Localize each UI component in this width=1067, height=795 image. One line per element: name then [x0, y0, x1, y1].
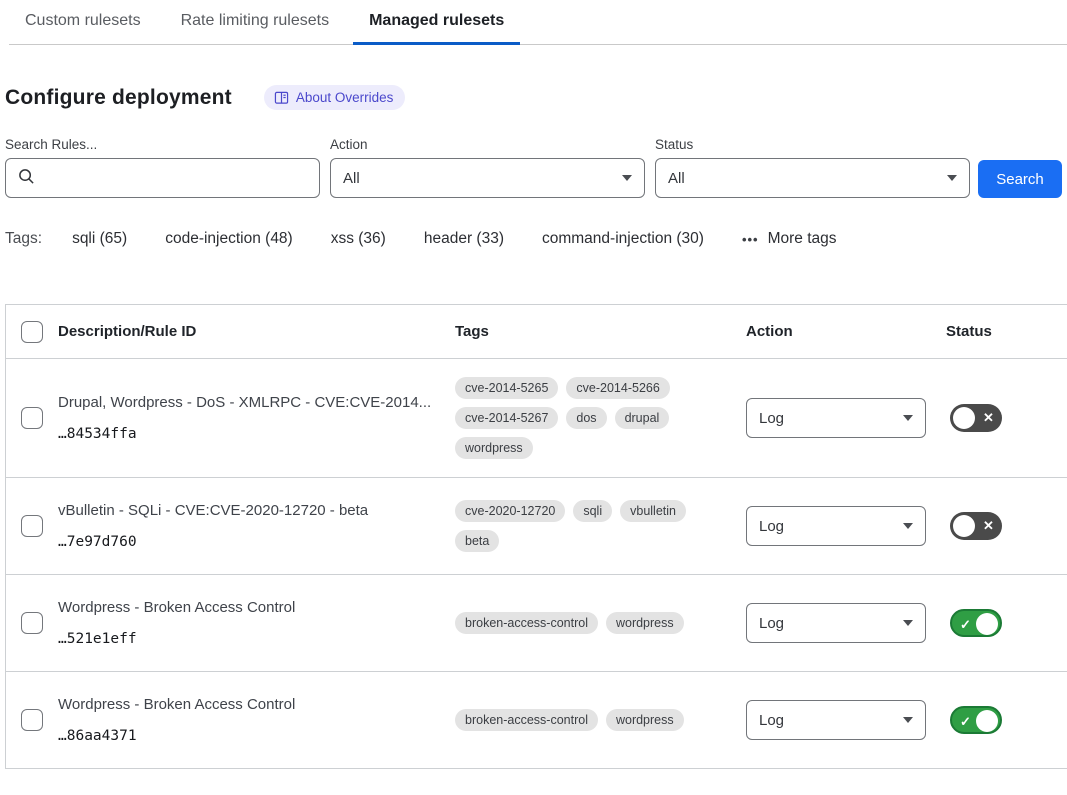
rule-description: vBulletin - SQLi - CVE:CVE-2020-12720 - …	[58, 502, 455, 521]
tag-chip: wordpress	[606, 612, 684, 634]
tag-filter-header[interactable]: header (33)	[424, 230, 504, 248]
managed-rules-table: Description/Rule ID Tags Action Status D…	[5, 304, 1067, 769]
action-filter-select[interactable]: All	[330, 158, 645, 198]
rule-tags: cve-2014-5265 cve-2014-5266 cve-2014-526…	[455, 377, 717, 459]
status-filter-select[interactable]: All	[655, 158, 970, 198]
column-header-status: Status	[946, 323, 1067, 340]
more-tags-button[interactable]: ••• More tags	[742, 230, 837, 248]
tag-chip: beta	[455, 530, 499, 552]
rule-action-select[interactable]: Log	[746, 398, 926, 438]
rule-status-toggle[interactable]	[950, 512, 1002, 540]
toggle-knob	[976, 613, 998, 635]
tag-chip: drupal	[615, 407, 670, 429]
tag-chip: cve-2020-12720	[455, 500, 565, 522]
select-all-checkbox[interactable]	[21, 321, 43, 343]
tag-chip: cve-2014-5265	[455, 377, 558, 399]
chevron-down-icon	[947, 175, 957, 181]
toggle-knob	[953, 515, 975, 537]
table-row: Wordpress - Broken Access Control …521e1…	[6, 575, 1067, 672]
toggle-knob	[976, 710, 998, 732]
column-header-description: Description/Rule ID	[58, 323, 455, 340]
chevron-down-icon	[903, 523, 913, 529]
tab-custom-rulesets[interactable]: Custom rulesets	[9, 0, 157, 45]
row-checkbox[interactable]	[21, 407, 43, 429]
rule-action-value: Log	[759, 410, 784, 427]
rule-action-value: Log	[759, 518, 784, 535]
more-tags-label: More tags	[768, 230, 837, 248]
page-title: Configure deployment	[5, 86, 232, 110]
rule-action-value: Log	[759, 615, 784, 632]
tag-chip: broken-access-control	[455, 612, 598, 634]
column-header-tags: Tags	[455, 323, 746, 340]
rule-status-toggle[interactable]	[950, 706, 1002, 734]
tags-bar-label: Tags:	[5, 230, 42, 248]
row-checkbox[interactable]	[21, 612, 43, 634]
book-icon	[274, 91, 289, 105]
column-header-action: Action	[746, 323, 946, 340]
tag-chip: wordpress	[606, 709, 684, 731]
toggle-state-icon	[975, 404, 1002, 432]
chevron-down-icon	[903, 717, 913, 723]
status-filter-value: All	[668, 170, 685, 187]
search-button[interactable]: Search	[978, 160, 1062, 198]
rule-action-value: Log	[759, 712, 784, 729]
tag-chip: cve-2014-5267	[455, 407, 558, 429]
search-rules-input[interactable]	[43, 170, 307, 187]
rule-status-toggle[interactable]	[950, 609, 1002, 637]
tag-filter-xss[interactable]: xss (36)	[331, 230, 386, 248]
table-row: Drupal, Wordpress - DoS - XMLRPC - CVE:C…	[6, 359, 1067, 478]
row-checkbox[interactable]	[21, 709, 43, 731]
rule-action-select[interactable]: Log	[746, 506, 926, 546]
tag-chip: dos	[566, 407, 606, 429]
rule-action-select[interactable]: Log	[746, 603, 926, 643]
action-filter-label: Action	[330, 137, 645, 152]
tag-chip: vbulletin	[620, 500, 686, 522]
status-filter-label: Status	[655, 137, 970, 152]
toggle-state-icon	[975, 512, 1002, 540]
tag-filter-code-injection[interactable]: code-injection (48)	[165, 230, 293, 248]
toggle-state-icon	[952, 708, 979, 736]
chevron-down-icon	[622, 175, 632, 181]
rule-id: …7e97d760	[58, 534, 455, 550]
rule-id: …86aa4371	[58, 728, 455, 744]
search-icon	[18, 168, 35, 189]
row-checkbox[interactable]	[21, 515, 43, 537]
table-row: vBulletin - SQLi - CVE:CVE-2020-12720 - …	[6, 478, 1067, 575]
toggle-state-icon	[952, 611, 979, 639]
rule-tags: broken-access-control wordpress	[455, 612, 717, 634]
tag-filter-sqli[interactable]: sqli (65)	[72, 230, 127, 248]
rule-description: Drupal, Wordpress - DoS - XMLRPC - CVE:C…	[58, 394, 455, 413]
rule-id: …521e1eff	[58, 631, 455, 647]
rule-id: …84534ffa	[58, 426, 455, 442]
rule-tags: cve-2020-12720 sqli vbulletin beta	[455, 500, 717, 552]
rule-tags: broken-access-control wordpress	[455, 709, 717, 731]
search-rules-field	[5, 158, 320, 198]
rule-description: Wordpress - Broken Access Control	[58, 696, 455, 715]
rule-status-toggle[interactable]	[950, 404, 1002, 432]
tag-filter-command-injection[interactable]: command-injection (30)	[542, 230, 704, 248]
main-content: Configure deployment About Overrides Sea…	[0, 85, 1067, 769]
table-row: Wordpress - Broken Access Control …86aa4…	[6, 672, 1067, 769]
tag-chip: broken-access-control	[455, 709, 598, 731]
ellipsis-icon: •••	[742, 232, 759, 247]
search-rules-label: Search Rules...	[5, 137, 320, 152]
ruleset-tabbar: Custom rulesets Rate limiting rulesets M…	[9, 0, 1067, 45]
action-filter-value: All	[343, 170, 360, 187]
chevron-down-icon	[903, 620, 913, 626]
chevron-down-icon	[903, 415, 913, 421]
tag-chip: cve-2014-5266	[566, 377, 669, 399]
tab-managed-rulesets[interactable]: Managed rulesets	[353, 0, 520, 45]
about-overrides-label: About Overrides	[296, 90, 394, 105]
tab-rate-limiting-rulesets[interactable]: Rate limiting rulesets	[165, 0, 346, 45]
table-header-row: Description/Rule ID Tags Action Status	[6, 305, 1067, 359]
toggle-knob	[953, 407, 975, 429]
tag-chip: wordpress	[455, 437, 533, 459]
rule-description: Wordpress - Broken Access Control	[58, 599, 455, 618]
about-overrides-badge[interactable]: About Overrides	[264, 85, 406, 110]
rule-action-select[interactable]: Log	[746, 700, 926, 740]
tag-chip: sqli	[573, 500, 612, 522]
